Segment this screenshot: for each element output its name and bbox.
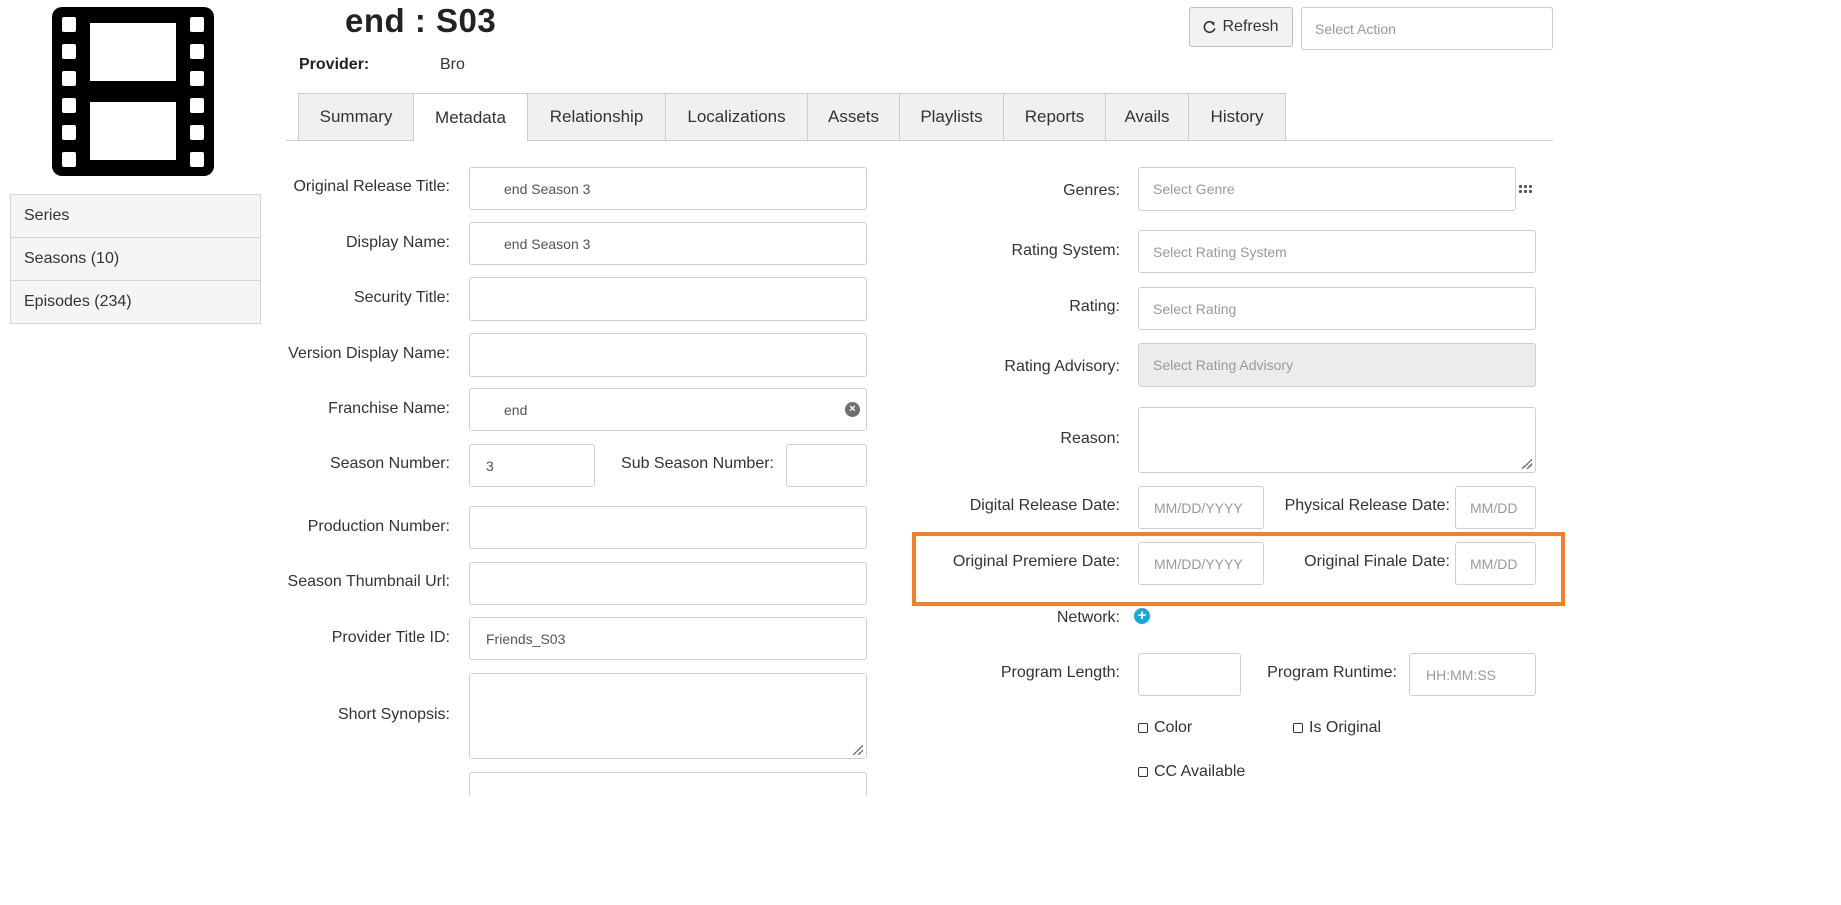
tab-bar: Summary Metadata Relationship Localizati… [298,93,1286,142]
security-title-input[interactable] [469,277,867,321]
refresh-button[interactable]: Refresh [1189,7,1293,47]
color-checkbox-label: Color [1154,719,1193,736]
digital-release-date-input[interactable]: MM/DD/YYYY [1138,486,1264,529]
original-finale-date-input[interactable]: MM/DD [1455,542,1536,585]
provider-label: Provider: [299,56,370,73]
original-release-title-input[interactable]: end Season 3 [469,167,867,210]
original-premiere-date-input[interactable]: MM/DD/YYYY [1138,542,1264,585]
long-synopsis-textarea[interactable] [469,772,867,796]
sub-season-number-input[interactable] [786,444,867,487]
film-logo-icon [52,7,214,176]
rating-system-select[interactable]: Select Rating System [1138,230,1536,273]
reason-label: Reason: [1060,430,1120,447]
production-number-input[interactable] [469,506,867,549]
season-thumbnail-url-input[interactable] [469,562,867,605]
tab-relationship[interactable]: Relationship [527,93,666,140]
digital-release-date-label: Digital Release Date: [969,497,1120,514]
program-length-input[interactable] [1138,653,1241,696]
original-release-title-label: Original Release Title: [293,178,450,195]
rating-advisory-select[interactable]: Select Rating Advisory [1138,343,1536,387]
physical-release-date-input[interactable]: MM/DD [1455,486,1536,529]
checkbox-box[interactable] [1293,723,1303,733]
display-name-input[interactable]: end Season 3 [469,222,867,265]
resize-handle-icon[interactable] [1522,459,1532,469]
rating-label: Rating: [1069,298,1120,315]
checkbox-box[interactable] [1138,767,1148,777]
version-display-name-label: Version Display Name: [288,345,450,362]
tab-summary[interactable]: Summary [298,93,414,140]
program-runtime-label: Program Runtime: [1267,664,1397,681]
genres-label: Genres: [1063,182,1120,199]
season-number-input[interactable]: 3 [469,444,595,487]
reason-textarea[interactable] [1138,407,1536,473]
refresh-label: Refresh [1222,18,1279,35]
provider-title-id-input[interactable]: Friends_S03 [469,617,867,660]
tab-history[interactable]: History [1188,93,1286,140]
version-display-name-input[interactable] [469,333,867,377]
clear-icon[interactable]: × [845,402,860,417]
tab-metadata[interactable]: Metadata [413,93,528,142]
cc-available-checkbox-label: CC Available [1154,763,1246,780]
franchise-name-value: end [504,401,528,418]
is-original-checkbox[interactable]: Is Original [1293,719,1381,737]
sidebar-item-seasons[interactable]: Seasons (10) [10,237,261,281]
rating-select[interactable]: Select Rating [1138,287,1536,330]
display-name-label: Display Name: [345,234,450,251]
production-number-label: Production Number: [307,518,450,535]
sidebar-item-series[interactable]: Series [10,194,261,238]
grid-icon[interactable] [1519,182,1533,196]
checkbox-box[interactable] [1138,723,1148,733]
original-premiere-date-label: Original Premiere Date: [952,553,1120,570]
security-title-label: Security Title: [353,289,450,306]
cc-available-checkbox[interactable]: CC Available [1138,763,1245,781]
network-label: Network: [1056,609,1120,626]
tab-localizations[interactable]: Localizations [665,93,808,140]
season-thumbnail-url-label: Season Thumbnail Url: [287,573,450,590]
select-action-dropdown[interactable]: Select Action [1301,7,1553,50]
physical-release-date-label: Physical Release Date: [1284,497,1450,514]
franchise-name-input[interactable]: end × [469,388,867,431]
sub-season-number-label: Sub Season Number: [621,455,774,472]
tab-assets[interactable]: Assets [807,93,900,140]
provider-title-id-label: Provider Title ID: [331,629,450,646]
tab-reports[interactable]: Reports [1003,93,1106,140]
genres-select[interactable]: Select Genre [1138,167,1516,211]
resize-handle-icon[interactable] [853,745,863,755]
is-original-checkbox-label: Is Original [1309,719,1382,736]
provider-value: Bro [440,56,465,73]
refresh-icon [1204,20,1217,33]
rating-system-label: Rating System: [1011,242,1120,259]
franchise-name-label: Franchise Name: [328,400,450,417]
sidebar-nav: Series Seasons (10) Episodes (234) [10,194,261,324]
season-number-label: Season Number: [329,455,450,472]
program-length-label: Program Length: [1000,664,1120,681]
short-synopsis-label: Short Synopsis: [337,706,450,723]
tab-avails[interactable]: Avails [1105,93,1189,140]
color-checkbox[interactable]: Color [1138,719,1192,737]
tab-playlists[interactable]: Playlists [899,93,1004,140]
rating-advisory-label: Rating Advisory: [1004,358,1120,375]
page-title: end : S03 [345,2,497,39]
program-runtime-input[interactable]: HH:MM:SS [1409,653,1536,696]
sidebar-item-episodes[interactable]: Episodes (234) [10,280,261,324]
add-network-icon[interactable]: + [1134,608,1150,624]
short-synopsis-textarea[interactable] [469,673,867,759]
original-finale-date-label: Original Finale Date: [1304,553,1450,570]
